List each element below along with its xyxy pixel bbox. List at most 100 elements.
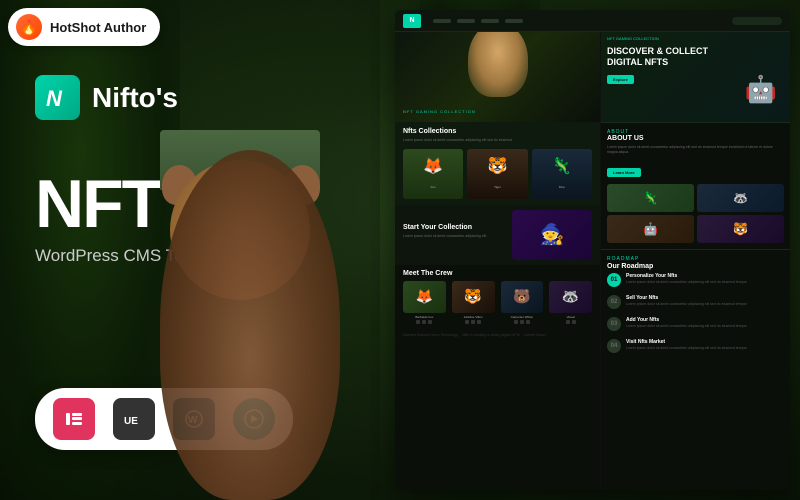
crew-name-1: Barbaras Fox [403,315,446,319]
hero-discover: DISCOVER & COLLECT DIGITAL NFTS [607,46,717,68]
hero-nft-tag: NFT Gaming Collection [607,36,659,41]
social-icon [526,320,530,324]
roadmap-item-1: 01 Personalize Your Nfts Lorem ipsum dol… [607,273,784,287]
collection-card-tiger: 🐯 Tiger [467,149,527,199]
badge-icon: 🔥 [16,14,42,40]
nav-item [457,19,475,23]
start-text: Start Your Collection Lorem ipsum dolor … [403,224,504,245]
fox-icon: 🦊 [403,149,463,184]
social-icon [514,320,518,324]
roadmap-heading-1: Personalize Your Nfts [626,273,784,279]
crew-name-4: Visual [549,315,592,319]
site-right-col: NFT Gaming Collection DISCOVER & COLLECT… [600,32,790,490]
about-section: About ABOUT US Lorem ipsum dolor sit ame… [601,122,790,249]
start-character: 🧙 [512,210,592,260]
social-icon [471,320,475,324]
roadmap-text-2: Sell Your Nfts Lorem ipsum dolor sit ame… [626,295,784,307]
site-hero: NFT Gaming Collection [395,32,600,122]
website-mockup: N NFT Gaming Collection [395,10,790,490]
start-title: Start Your Collection [403,224,504,231]
crew-member-4: 🦝 Visual [549,281,592,324]
collection-card-dino: 🦎 Dino [532,149,592,199]
about-thumbnails: 🦎 🦝 🤖 🐯 [607,184,784,243]
about-desc: Lorem ipsum dolor sit amet consectetur a… [607,145,784,155]
social-icon [416,320,420,324]
hotshot-badge: 🔥 HotShot Author [8,8,160,46]
nav-item [505,19,523,23]
social-icon [465,320,469,324]
about-title: ABOUT US [607,135,784,142]
hero-character [468,32,528,97]
hero-right-heading: DISCOVER & COLLECT DIGITAL NFTS Explore [607,46,717,86]
svg-text:UE: UE [124,416,138,427]
svg-text:N: N [46,86,63,111]
hero-right-tag: NFT Gaming Collection [607,36,659,41]
left-panel: 🔥 HotShot Author N Nifto's NFT WordPress… [0,0,370,500]
roadmap-section: Roadmap Our Roadmap 01 Personalize Your … [601,249,790,367]
crew-social-4 [549,320,592,324]
site-nav-logo: N [403,14,421,28]
nav-item [433,19,451,23]
site-start: Start Your Collection Lorem ipsum dolor … [395,205,600,265]
roadmap-heading-2: Sell Your Nfts [626,295,784,301]
hero-nft-character: 🤖 [736,57,786,122]
social-icon [422,320,426,324]
crew-avatar-1: 🦊 [403,281,446,313]
crew-avatar-3: 🐻 [501,281,544,313]
roadmap-item-2: 02 Sell Your Nfts Lorem ipsum dolor sit … [607,295,784,309]
roadmap-item-3: 03 Add Your Nfts Lorem ipsum dolor sit a… [607,317,784,331]
crew-member-3: 🐻 Carpenter Wilton [501,281,544,324]
roadmap-num-4: 04 [607,339,621,353]
fox-label: Fox [403,184,463,190]
tiger-label: Tiger [467,184,527,190]
roadmap-desc-1: Lorem ipsum dolor sit amet consectetur a… [626,280,784,285]
social-icon [572,320,576,324]
footer-text: Machine Explorer Neon Technology Nifto i… [403,333,592,338]
start-desc: Lorem ipsum dolor sit amet consectetur a… [403,234,504,239]
roadmap-desc-2: Lorem ipsum dolor sit amet consectetur a… [626,302,784,307]
roadmap-text-1: Personalize Your Nfts Lorem ipsum dolor … [626,273,784,285]
tiger-icon: 🐯 [467,149,527,184]
roadmap-text-3: Add Your Nfts Lorem ipsum dolor sit amet… [626,317,784,329]
site-crew: Meet The Crew 🦊 Barbaras Fox [395,265,600,329]
roadmap-num-2: 02 [607,295,621,309]
character-body [160,150,340,500]
roadmap-desc-3: Lorem ipsum dolor sit amet consectetur a… [626,324,784,329]
site-footer-area: Machine Explorer Neon Technology Nifto i… [395,329,600,342]
hero-tag: NFT Gaming Collection [403,109,483,114]
site-content: NFT Gaming Collection Nfts Collections L… [395,32,790,490]
roadmap-num-3: 03 [607,317,621,331]
learn-more-btn: Learn More [607,168,641,177]
thumb-3: 🤖 [607,215,694,243]
collections-title: Nfts Collections [403,128,592,135]
roadmap-heading-3: Add Your Nfts [626,317,784,323]
thumb-1: 🦎 [607,184,694,212]
social-icon [428,320,432,324]
site-collections: Nfts Collections Lorem ipsum dolor sit a… [395,122,600,205]
badge-text: HotShot Author [50,20,146,35]
crew-member-2: 🐯 Jackline Villon [452,281,495,324]
crew-cards: 🦊 Barbaras Fox 🐯 Jackline Villon [403,281,592,324]
site-nav-items [433,19,523,23]
collection-cards: 🦊 Fox 🐯 Tiger 🦎 Dino [403,149,592,199]
hero-right: NFT Gaming Collection DISCOVER & COLLECT… [601,32,790,122]
roadmap-text-4: Visit Nfts Market Lorem ipsum dolor sit … [626,339,784,351]
roadmap-title: Our Roadmap [607,263,784,270]
site-nav: N [395,10,790,32]
collection-card-fox: 🦊 Fox [403,149,463,199]
collections-desc: Lorem ipsum dolor sit amet consectetur a… [403,138,592,143]
roadmap-num-1: 01 [607,273,621,287]
crew-social-3 [501,320,544,324]
roadmap-item-4: 04 Visit Nfts Market Lorem ipsum dolor s… [607,339,784,353]
roadmap-heading-4: Visit Nfts Market [626,339,784,345]
dino-icon: 🦎 [532,149,592,184]
website-preview-panel: N NFT Gaming Collection [370,0,800,500]
roadmap-tag: Roadmap [607,256,784,262]
crew-name-2: Jackline Villon [452,315,495,319]
nav-item [481,19,499,23]
elementor-icon [53,398,95,440]
nav-search [732,17,782,25]
character-illustration [140,100,360,500]
crew-title: Meet The Crew [403,270,592,277]
crew-member-1: 🦊 Barbaras Fox [403,281,446,324]
